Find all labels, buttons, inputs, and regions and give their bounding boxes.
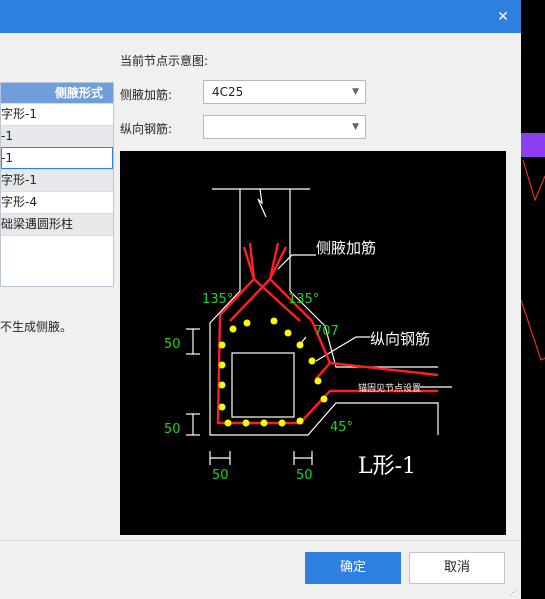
longitudinal-rebar-select[interactable]: ▼ (203, 115, 366, 139)
shape-name-label: L形-1 (358, 454, 416, 479)
close-icon[interactable]: ✕ (493, 7, 513, 27)
dimension-50-bottom: 50 (164, 422, 181, 437)
longitudinal-rebar-annotation: 纵向钢筋 (370, 330, 430, 348)
background-canvas-strip (521, 0, 545, 599)
haunch-rebar-select[interactable]: 4C25 ▼ (203, 80, 366, 104)
table-row[interactable]: -1 (1, 125, 113, 147)
table-row[interactable]: 字形-1 (1, 169, 113, 191)
background-lines (521, 159, 545, 361)
haunch-rebar-value: 4C25 (212, 85, 244, 99)
chevron-down-icon[interactable]: ▼ (352, 116, 359, 138)
table-header: 侧腋形式 (1, 83, 113, 103)
node-diagram-svg: 侧腋加筋 纵向钢筋 135° 135° 707 50 50 50 50 45° … (164, 188, 452, 483)
table-row[interactable]: 字形-4 (1, 191, 113, 213)
preview-title: 当前节点示意图: (120, 54, 209, 68)
table-row-selected[interactable]: -1 (1, 147, 113, 169)
node-diagram: 侧腋加筋 纵向钢筋 135° 135° 707 50 50 50 50 45° … (120, 151, 506, 535)
dimension-50-top: 50 (164, 337, 181, 352)
table-row[interactable]: 字形-1 (1, 103, 113, 125)
ok-button[interactable]: 确定 (305, 552, 401, 584)
angle-left-label: 135° (202, 292, 233, 307)
dimension-50-right: 50 (296, 468, 313, 483)
table-row[interactable]: 础梁遇圆形柱 (1, 213, 113, 235)
node-settings-dialog: ✕ 侧腋形式 字形-1 -1 -1 字形-1 字形-4 础梁遇圆形柱 不生成侧腋… (0, 0, 521, 599)
footer-divider (0, 540, 521, 541)
haunch-rebar-label: 侧腋加筋: (120, 88, 173, 102)
dimension-50-left: 50 (212, 468, 229, 483)
cancel-button[interactable]: 取消 (409, 552, 505, 584)
haunch-form-table: 侧腋形式 字形-1 -1 -1 字形-1 字形-4 础梁遇圆形柱 (0, 82, 114, 287)
title-bar: ✕ (0, 0, 521, 33)
chevron-down-icon[interactable]: ▼ (352, 81, 359, 103)
table-empty-area (1, 235, 113, 286)
longitudinal-rebar-label: 纵向钢筋: (120, 122, 173, 136)
haunch-rebar-annotation: 侧腋加筋 (316, 239, 376, 257)
anchor-note: 锚固见节点设置 (358, 382, 421, 394)
angle-right-label: 135° (288, 292, 319, 307)
angle-45-label: 45° (330, 420, 353, 435)
dimension-707: 707 (314, 324, 339, 339)
resize-grip-icon[interactable]: ⋰ (509, 588, 517, 597)
haunch-note: 不生成侧腋。 (0, 320, 73, 334)
